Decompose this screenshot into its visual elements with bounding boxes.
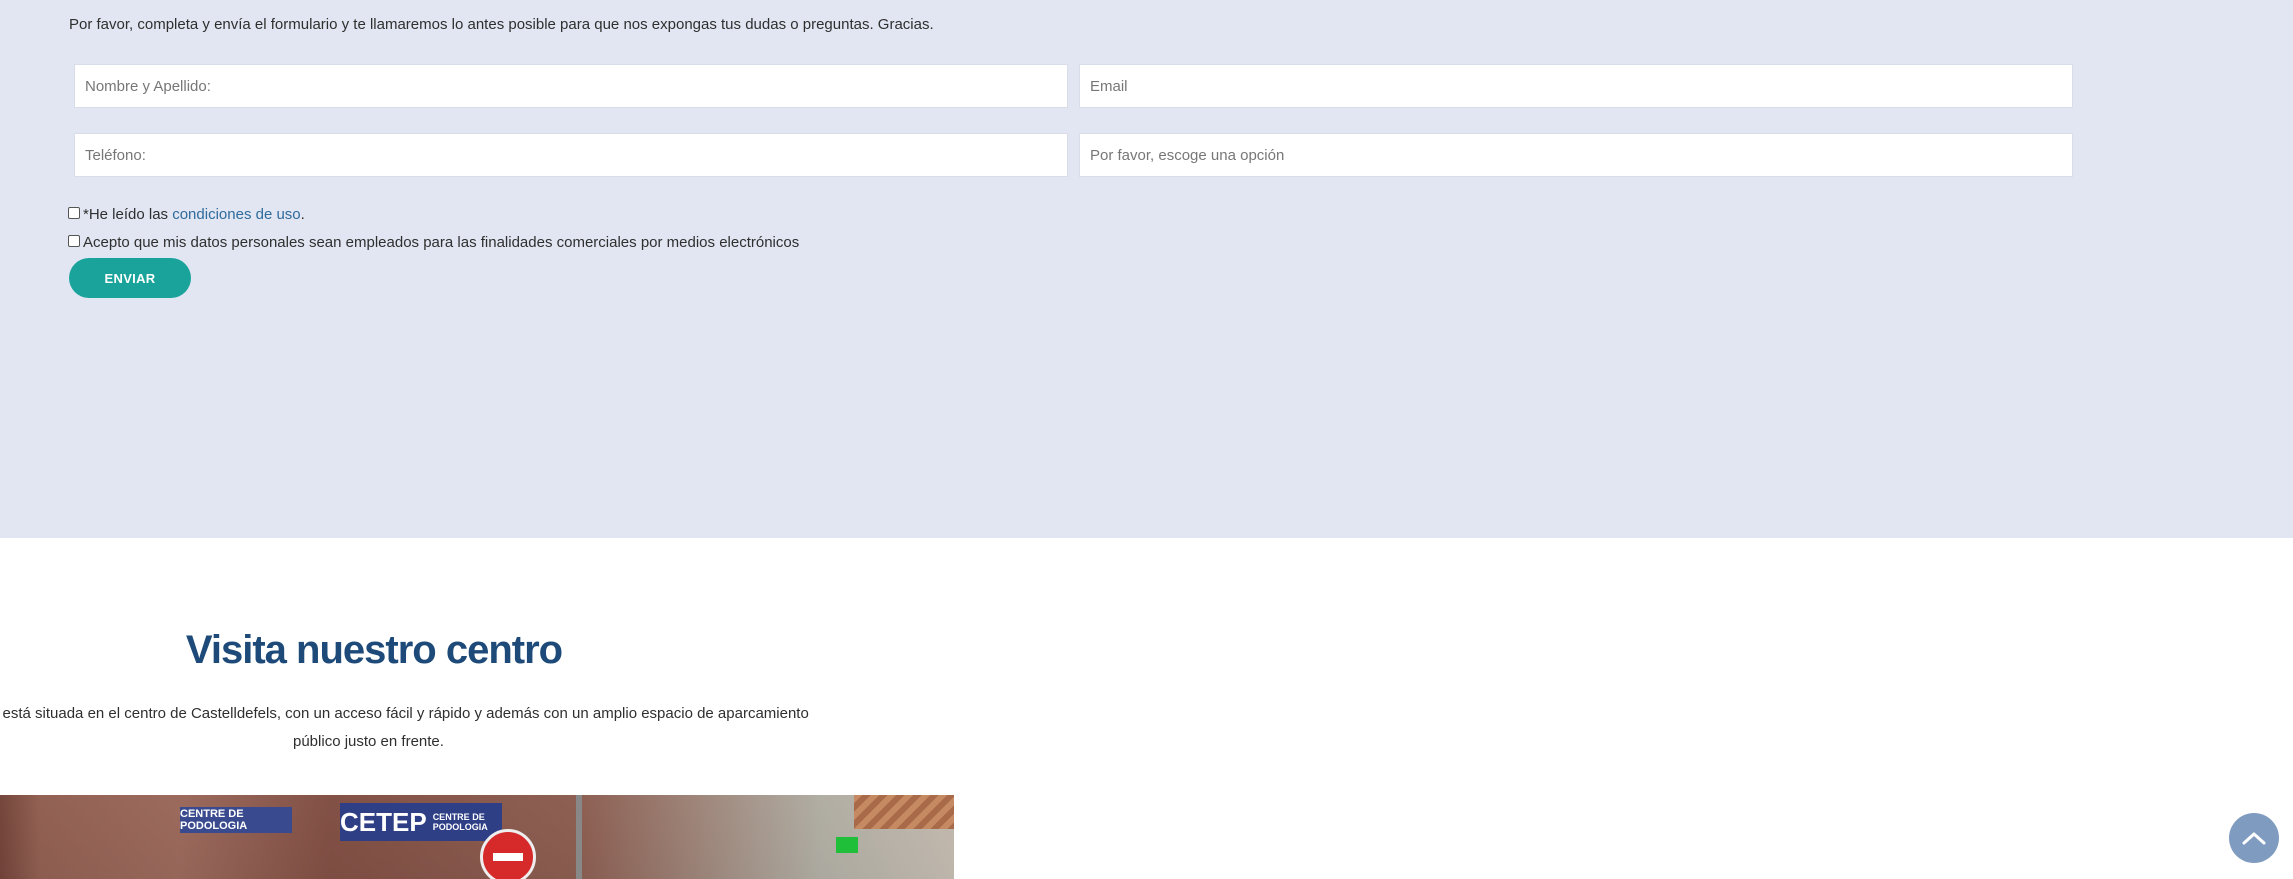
option-select[interactable]: Por favor, escoge una opción	[1079, 133, 2073, 177]
contact-form-section: Por favor, completa y envía el formulari…	[0, 0, 2293, 538]
name-input[interactable]	[74, 64, 1068, 108]
terms-checkbox[interactable]	[68, 206, 80, 219]
consent-row: Acepto que mis datos personales sean emp…	[68, 234, 799, 251]
chevron-up-icon	[2242, 832, 2266, 845]
photo-roof	[854, 795, 954, 829]
visit-title: Visita nuestro centro	[185, 628, 563, 672]
phone-input[interactable]	[74, 133, 1068, 177]
photo-pharmacy-cross	[836, 837, 858, 853]
terms-label-suffix: .	[300, 206, 305, 223]
photo-sign-main: CETEP CENTRE DE PODOLOGIA	[340, 803, 502, 841]
photo-pole	[576, 795, 582, 879]
terms-link[interactable]: condiciones de uso	[172, 206, 300, 223]
clinic-photo: CENTRE DE PODOLOGIA CETEP CENTRE DE PODO…	[0, 795, 954, 879]
form-intro-text: Por favor, completa y envía el formulari…	[69, 16, 934, 33]
email-input[interactable]	[1079, 64, 2073, 108]
scroll-to-top-button[interactable]	[2229, 813, 2279, 863]
photo-stop-sign	[480, 829, 536, 879]
consent-label: Acepto que mis datos personales sean emp…	[83, 234, 800, 251]
visit-description-line1: a está situada en el centro de Castellde…	[0, 705, 809, 722]
submit-button[interactable]: ENVIAR	[69, 258, 191, 298]
photo-sign-sub-text: CENTRE DE PODOLOGIA	[432, 812, 488, 832]
consent-checkbox[interactable]	[68, 234, 80, 247]
terms-row: *He leído las condiciones de uso .	[68, 206, 305, 223]
option-select-value: Por favor, escoge una opción	[1090, 146, 1285, 164]
terms-label-prefix: *He leído las	[83, 206, 173, 223]
photo-sign-left: CENTRE DE PODOLOGIA	[180, 807, 292, 833]
visit-description-line2: público justo en frente.	[293, 733, 444, 750]
photo-sign-main-text: CETEP	[340, 806, 427, 837]
